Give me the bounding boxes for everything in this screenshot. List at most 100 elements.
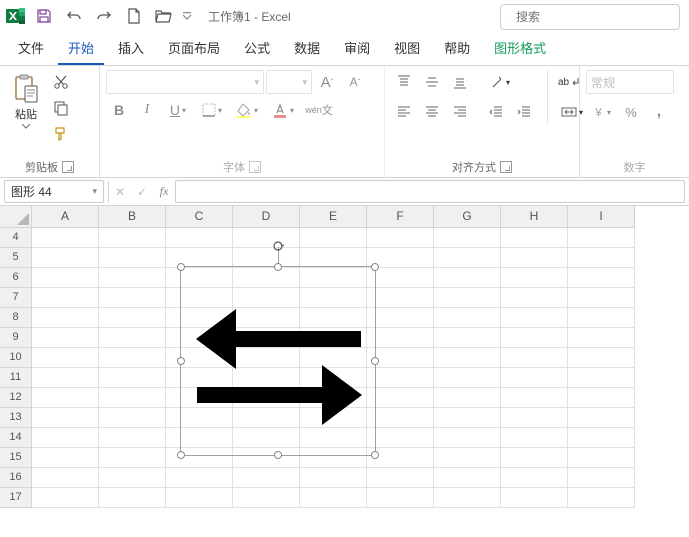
number-format-select[interactable]: 常规: [586, 70, 674, 94]
resize-handle-sw[interactable]: [177, 451, 185, 459]
cell[interactable]: [233, 468, 300, 488]
spreadsheet-grid[interactable]: A B C D E F G H I 4567891011121314151617: [0, 206, 689, 536]
cell[interactable]: [434, 368, 501, 388]
tab-insert[interactable]: 插入: [108, 32, 154, 65]
cell[interactable]: [166, 468, 233, 488]
cell[interactable]: [434, 268, 501, 288]
cell[interactable]: [501, 328, 568, 348]
cell[interactable]: [434, 408, 501, 428]
col-header[interactable]: D: [233, 206, 300, 228]
increase-font-button[interactable]: Aˆ: [314, 70, 340, 94]
cell[interactable]: [99, 308, 166, 328]
cell[interactable]: [501, 388, 568, 408]
row-header[interactable]: 5: [0, 248, 32, 268]
row-header[interactable]: 8: [0, 308, 32, 328]
accounting-format-button[interactable]: ￥▾: [586, 100, 616, 124]
cell[interactable]: [434, 248, 501, 268]
clipboard-dialog-launcher[interactable]: [62, 161, 74, 173]
cell[interactable]: [32, 468, 99, 488]
cell[interactable]: [568, 448, 635, 468]
cell[interactable]: [32, 348, 99, 368]
cell[interactable]: [233, 228, 300, 248]
cell[interactable]: [367, 468, 434, 488]
selected-shape[interactable]: [180, 266, 376, 456]
cell[interactable]: [501, 288, 568, 308]
save-button[interactable]: [30, 2, 58, 30]
cell[interactable]: [99, 268, 166, 288]
cell[interactable]: [568, 248, 635, 268]
cell[interactable]: [434, 348, 501, 368]
row-header[interactable]: 6: [0, 268, 32, 288]
cell[interactable]: [434, 468, 501, 488]
cell[interactable]: [434, 288, 501, 308]
cell[interactable]: [32, 488, 99, 508]
col-header[interactable]: B: [99, 206, 166, 228]
cell[interactable]: [99, 428, 166, 448]
cell[interactable]: [501, 448, 568, 468]
font-color-button[interactable]: ▾: [266, 98, 300, 122]
name-box[interactable]: 图形 44 ▾: [4, 180, 104, 203]
row-header[interactable]: 15: [0, 448, 32, 468]
cell[interactable]: [99, 328, 166, 348]
cell[interactable]: [367, 228, 434, 248]
cell[interactable]: [434, 228, 501, 248]
cell[interactable]: [166, 488, 233, 508]
col-header[interactable]: C: [166, 206, 233, 228]
cell[interactable]: [568, 268, 635, 288]
row-header[interactable]: 17: [0, 488, 32, 508]
cell[interactable]: [367, 328, 434, 348]
row-header[interactable]: 4: [0, 228, 32, 248]
tab-help[interactable]: 帮助: [434, 32, 480, 65]
font-dialog-launcher[interactable]: [249, 161, 261, 173]
comma-format-button[interactable]: ,: [646, 100, 672, 124]
bold-button[interactable]: B: [106, 98, 132, 122]
resize-handle-e[interactable]: [371, 357, 379, 365]
new-file-button[interactable]: [120, 2, 148, 30]
cell[interactable]: [568, 308, 635, 328]
col-header[interactable]: G: [434, 206, 501, 228]
row-header[interactable]: 13: [0, 408, 32, 428]
insert-function-button[interactable]: fx: [153, 181, 175, 203]
col-header[interactable]: F: [367, 206, 434, 228]
undo-button[interactable]: [60, 2, 88, 30]
cell[interactable]: [32, 448, 99, 468]
cell[interactable]: [568, 388, 635, 408]
col-header[interactable]: A: [32, 206, 99, 228]
search-input[interactable]: [516, 10, 671, 24]
cell[interactable]: [568, 348, 635, 368]
cell[interactable]: [501, 468, 568, 488]
cell[interactable]: [99, 488, 166, 508]
resize-handle-n[interactable]: [274, 263, 282, 271]
align-bottom-button[interactable]: [447, 70, 473, 94]
cut-button[interactable]: [48, 70, 74, 94]
cell[interactable]: [501, 228, 568, 248]
cell[interactable]: [32, 428, 99, 448]
row-header[interactable]: 14: [0, 428, 32, 448]
col-header[interactable]: H: [501, 206, 568, 228]
resize-handle-ne[interactable]: [371, 263, 379, 271]
cell[interactable]: [32, 388, 99, 408]
cell[interactable]: [32, 288, 99, 308]
cell[interactable]: [367, 408, 434, 428]
align-top-button[interactable]: [391, 70, 417, 94]
align-middle-button[interactable]: [419, 70, 445, 94]
cell[interactable]: [300, 228, 367, 248]
cancel-formula-button[interactable]: ✕: [109, 181, 131, 203]
tab-shape-format[interactable]: 图形格式: [484, 32, 556, 65]
row-header[interactable]: 12: [0, 388, 32, 408]
cell[interactable]: [501, 268, 568, 288]
tab-file[interactable]: 文件: [8, 32, 54, 65]
cell[interactable]: [300, 468, 367, 488]
cell[interactable]: [568, 408, 635, 428]
cell[interactable]: [501, 368, 568, 388]
cell[interactable]: [32, 268, 99, 288]
row-header[interactable]: 10: [0, 348, 32, 368]
cell[interactable]: [99, 228, 166, 248]
fill-color-button[interactable]: ▾: [230, 98, 264, 122]
font-name-select[interactable]: ▾: [106, 70, 264, 94]
cell[interactable]: [434, 488, 501, 508]
cell[interactable]: [434, 428, 501, 448]
format-painter-button[interactable]: [48, 122, 74, 146]
align-left-button[interactable]: [391, 100, 417, 124]
cell[interactable]: [99, 468, 166, 488]
